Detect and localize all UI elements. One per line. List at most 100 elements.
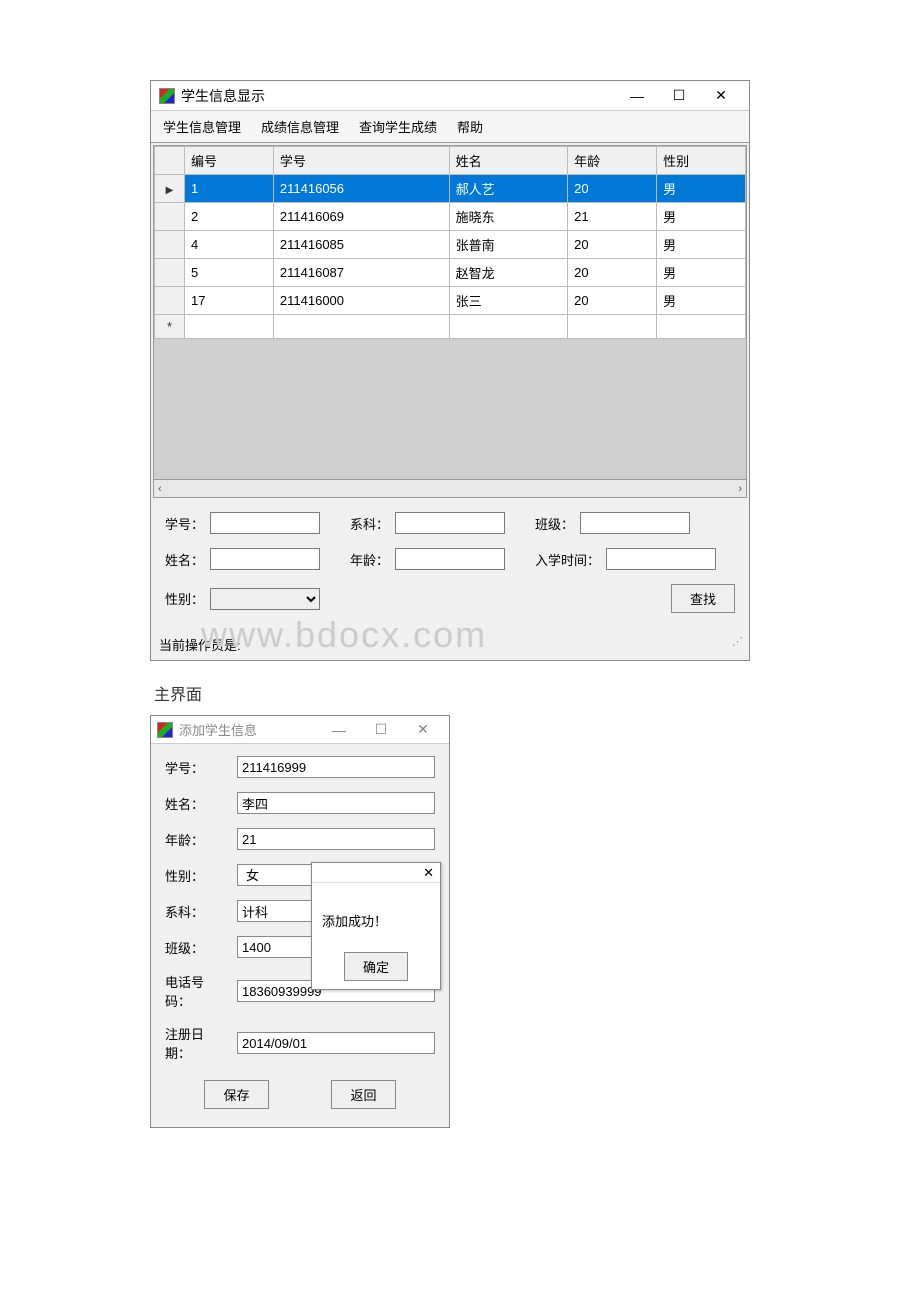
- titlebar: 学生信息显示 — ☐ ✕: [151, 81, 749, 111]
- cell-sno[interactable]: 211416056: [273, 175, 449, 203]
- table-row-new[interactable]: [155, 315, 746, 339]
- row-header[interactable]: [155, 203, 185, 231]
- messagebox: ✕ 添加成功！ 确定: [311, 862, 441, 990]
- label-sno: 学号：: [165, 758, 225, 777]
- cell-sex[interactable]: 男: [657, 231, 746, 259]
- label-sno: 学号：: [165, 514, 204, 533]
- messagebox-text: 添加成功！: [312, 883, 440, 944]
- cell-id[interactable]: 17: [185, 287, 274, 315]
- app-icon: [159, 88, 175, 104]
- label-class: 班级：: [165, 938, 225, 957]
- cell-sex[interactable]: 男: [657, 287, 746, 315]
- maximize-button[interactable]: ☐: [659, 84, 699, 108]
- input-regdate[interactable]: [237, 1032, 435, 1054]
- student-info-window: 学生信息显示 — ☐ ✕ 学生信息管理 成绩信息管理 查询学生成绩 帮助 编号 …: [150, 80, 750, 661]
- grid-scrollbar[interactable]: ‹›: [154, 479, 746, 497]
- label-sex: 性别：: [165, 866, 225, 885]
- filter-name-input[interactable]: [210, 548, 320, 570]
- minimize-button[interactable]: —: [319, 718, 359, 742]
- cell-sex[interactable]: 男: [657, 175, 746, 203]
- label-age: 年龄：: [165, 830, 225, 849]
- minimize-button[interactable]: —: [617, 84, 657, 108]
- col-sno[interactable]: 学号: [273, 147, 449, 175]
- cell-age[interactable]: 20: [568, 287, 657, 315]
- col-sex[interactable]: 性别: [657, 147, 746, 175]
- cell-name[interactable]: 张三: [449, 287, 568, 315]
- menu-help[interactable]: 帮助: [457, 117, 483, 136]
- cell-age[interactable]: 20: [568, 259, 657, 287]
- table-row[interactable]: 5211416087赵智龙20男: [155, 259, 746, 287]
- label-class: 班级：: [535, 514, 574, 533]
- close-button[interactable]: ✕: [403, 718, 443, 742]
- menubar: 学生信息管理 成绩信息管理 查询学生成绩 帮助: [151, 111, 749, 143]
- label-regdate: 注册日期：: [165, 1024, 225, 1062]
- input-sno[interactable]: [237, 756, 435, 778]
- filter-dept-input[interactable]: [395, 512, 505, 534]
- cell-sex[interactable]: 男: [657, 259, 746, 287]
- app-icon: [157, 722, 173, 738]
- messagebox-ok-button[interactable]: 确定: [344, 952, 408, 981]
- label-name: 姓名：: [165, 550, 204, 569]
- search-button[interactable]: 查找: [671, 584, 735, 613]
- row-header[interactable]: [155, 259, 185, 287]
- cell-sex[interactable]: 男: [657, 203, 746, 231]
- back-button[interactable]: 返回: [331, 1080, 395, 1109]
- menu-query-score[interactable]: 查询学生成绩: [359, 117, 437, 136]
- cell-id[interactable]: 2: [185, 203, 274, 231]
- col-name[interactable]: 姓名: [449, 147, 568, 175]
- cell-id[interactable]: 1: [185, 175, 274, 203]
- add-student-window: 添加学生信息 — ☐ ✕ 学号： 姓名： 年龄： 性别： 女 系科：: [150, 715, 450, 1128]
- titlebar: 添加学生信息 — ☐ ✕: [151, 716, 449, 744]
- table-row[interactable]: 2211416069施晓东21男: [155, 203, 746, 231]
- label-enroll: 入学时间：: [535, 550, 600, 569]
- label-name: 姓名：: [165, 794, 225, 813]
- label-age: 年龄：: [350, 550, 389, 569]
- messagebox-close-icon[interactable]: ✕: [423, 865, 434, 881]
- cell-id[interactable]: 5: [185, 259, 274, 287]
- close-button[interactable]: ✕: [701, 84, 741, 108]
- cell-id[interactable]: 4: [185, 231, 274, 259]
- col-id[interactable]: 编号: [185, 147, 274, 175]
- filter-form: 学号： 系科： 班级： 姓名： 年龄：: [151, 500, 749, 631]
- cell-age[interactable]: 21: [568, 203, 657, 231]
- cell-age[interactable]: 20: [568, 231, 657, 259]
- table-row[interactable]: 1211416056郝人艺20男: [155, 175, 746, 203]
- table-row[interactable]: 17211416000张三20男: [155, 287, 746, 315]
- cell-name[interactable]: 赵智龙: [449, 259, 568, 287]
- table-row[interactable]: 4211416085张普南20男: [155, 231, 746, 259]
- row-header[interactable]: [155, 231, 185, 259]
- input-name[interactable]: [237, 792, 435, 814]
- save-button[interactable]: 保存: [204, 1080, 268, 1109]
- figure-caption: 主界面: [154, 681, 766, 705]
- col-age[interactable]: 年龄: [568, 147, 657, 175]
- maximize-button[interactable]: ☐: [361, 718, 401, 742]
- cell-age[interactable]: 20: [568, 175, 657, 203]
- window-title: 学生信息显示: [181, 86, 617, 106]
- window-title: 添加学生信息: [179, 720, 319, 739]
- filter-age-input[interactable]: [395, 548, 505, 570]
- cell-name[interactable]: 施晓东: [449, 203, 568, 231]
- menu-score-manage[interactable]: 成绩信息管理: [261, 117, 339, 136]
- filter-sex-select[interactable]: [210, 588, 320, 610]
- resize-grip-icon[interactable]: ⋰: [732, 635, 741, 654]
- row-header[interactable]: [155, 175, 185, 203]
- cell-name[interactable]: 郝人艺: [449, 175, 568, 203]
- label-sex: 性别：: [165, 589, 204, 608]
- cell-sno[interactable]: 211416087: [273, 259, 449, 287]
- cell-sno[interactable]: 211416085: [273, 231, 449, 259]
- cell-sno[interactable]: 211416069: [273, 203, 449, 231]
- row-header[interactable]: [155, 315, 185, 339]
- filter-enroll-input[interactable]: [606, 548, 716, 570]
- menu-student-manage[interactable]: 学生信息管理: [163, 117, 241, 136]
- grid-empty-area: [154, 339, 746, 479]
- cell-sno[interactable]: 211416000: [273, 287, 449, 315]
- status-operator: 当前操作员是:: [159, 635, 241, 654]
- cell-name[interactable]: 张普南: [449, 231, 568, 259]
- filter-class-input[interactable]: [580, 512, 690, 534]
- filter-sno-input[interactable]: [210, 512, 320, 534]
- data-grid[interactable]: 编号 学号 姓名 年龄 性别 1211416056郝人艺20男221141606…: [153, 145, 747, 498]
- input-age[interactable]: [237, 828, 435, 850]
- label-phone: 电话号码：: [165, 972, 225, 1010]
- row-header[interactable]: [155, 287, 185, 315]
- label-dept: 系科：: [350, 514, 389, 533]
